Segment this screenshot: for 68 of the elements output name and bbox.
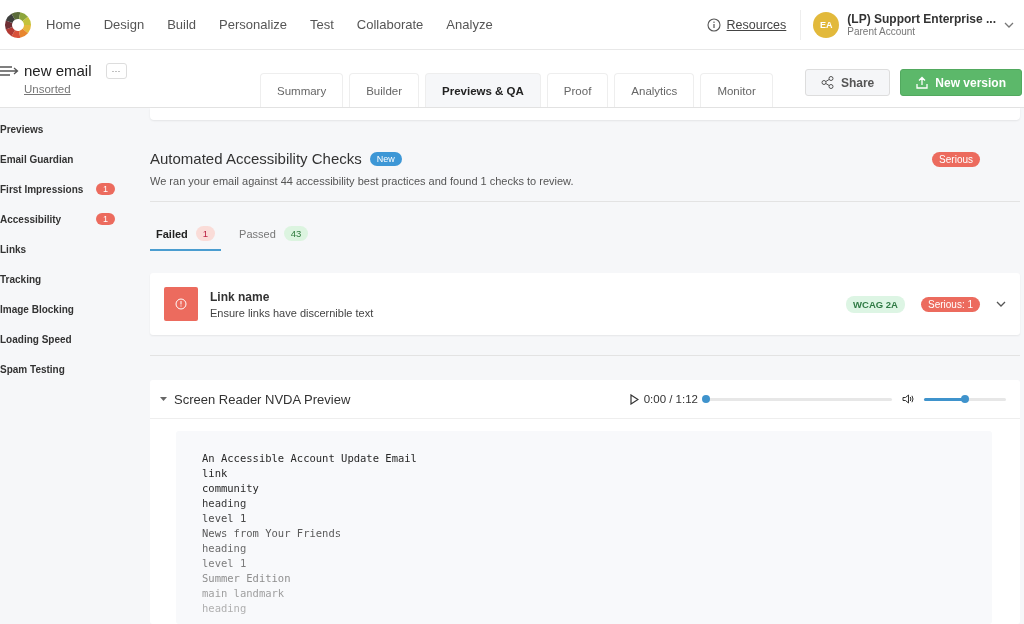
volume-slider[interactable] (924, 397, 1006, 401)
sidebar-item[interactable]: Loading Speed (0, 333, 96, 345)
count-badge: 1 (96, 183, 115, 195)
logo-icon (4, 10, 32, 39)
info-icon (706, 17, 721, 32)
severity-badge: Serious (932, 152, 980, 167)
severity-badge: Serious: 1 (920, 296, 980, 312)
avatar: EA (813, 11, 840, 38)
menu-arrow-icon (0, 63, 20, 78)
play-icon[interactable] (629, 393, 639, 405)
nav-link[interactable]: Test (310, 17, 334, 32)
tab[interactable]: Analytics (614, 73, 695, 107)
chevron-down-icon[interactable] (996, 301, 1006, 307)
section-title: Automated Accessibility Checks (150, 150, 362, 167)
sidebar-item[interactable]: Previews (0, 123, 96, 135)
nav-link[interactable]: Personalize (219, 17, 287, 32)
alert-icon (175, 298, 187, 310)
share-icon (820, 76, 834, 89)
transcript-line: main landmark (202, 586, 286, 601)
email-title: new email (24, 62, 92, 79)
share-button[interactable]: Share (804, 69, 891, 96)
filter-tab[interactable]: Passed 43 (233, 222, 315, 251)
count-badge: 1 (96, 213, 115, 225)
standard-tag: WCAG 2A (846, 295, 905, 313)
transcript-line: community (202, 481, 260, 496)
transcript-line: Summer Edition (202, 571, 292, 586)
nav-link[interactable]: Home (46, 17, 81, 32)
filter-tab[interactable]: Failed 1 (150, 222, 222, 251)
result-title: Link name (210, 289, 271, 304)
resources-link[interactable]: Resources (706, 17, 787, 32)
playback-time: 0:00 / 1:12 (643, 393, 698, 405)
sidebar-item[interactable]: Spam Testing (0, 363, 96, 375)
tab[interactable]: Previews & QA (425, 73, 541, 107)
nav-link[interactable]: Design (103, 17, 145, 32)
transcript-line: heading (202, 496, 248, 511)
nav-link[interactable]: Analyze (446, 17, 493, 32)
new-badge: New (369, 151, 402, 166)
transcript-line: heading (202, 601, 248, 616)
account-role: Parent Account (847, 26, 917, 37)
sidebar-item[interactable]: Email Guardian (0, 153, 96, 165)
tab[interactable]: Builder (349, 73, 419, 107)
transcript-line: link (202, 466, 229, 481)
chevron-down-icon (1004, 21, 1014, 28)
transcript-line: News from Your Friends (202, 526, 343, 541)
folder-link[interactable]: Unsorted (24, 83, 260, 95)
sidebar-item[interactable]: First Impressions (0, 183, 96, 195)
sidebar-item[interactable]: Links (0, 243, 96, 255)
transcript-line: An Accessible Account Update Email (202, 451, 418, 466)
summary-text: We ran your email against 44 accessibility best practices and found 1 checks to review. (150, 175, 575, 187)
account-menu[interactable]: EA (LP) Support Enterprise ... Parent Account (813, 11, 1014, 38)
nav-link[interactable]: Collaborate (356, 17, 424, 32)
caret-icon[interactable] (160, 396, 167, 402)
tab[interactable]: Proof (546, 73, 609, 107)
result-description: Ensure links have discernible text (210, 306, 374, 319)
sidebar-item[interactable]: Image Blocking (0, 303, 96, 315)
upload-icon (916, 76, 929, 89)
transcript-line: heading (202, 541, 248, 556)
sidebar-item[interactable]: Accessibility (0, 213, 96, 225)
sidebar-item[interactable]: Tracking (0, 273, 96, 285)
tab[interactable]: Summary (260, 73, 344, 107)
tab[interactable]: Monitor (700, 73, 773, 107)
transcript-line: level 1 (202, 511, 248, 526)
account-name: (LP) Support Enterprise ... (847, 12, 996, 26)
preview-title: Screen Reader NVDA Preview (174, 391, 351, 407)
volume-icon (902, 394, 914, 404)
transcript-line: level 1 (202, 556, 248, 571)
nav-link[interactable]: Build (167, 17, 197, 32)
more-button[interactable]: ··· (105, 62, 127, 79)
